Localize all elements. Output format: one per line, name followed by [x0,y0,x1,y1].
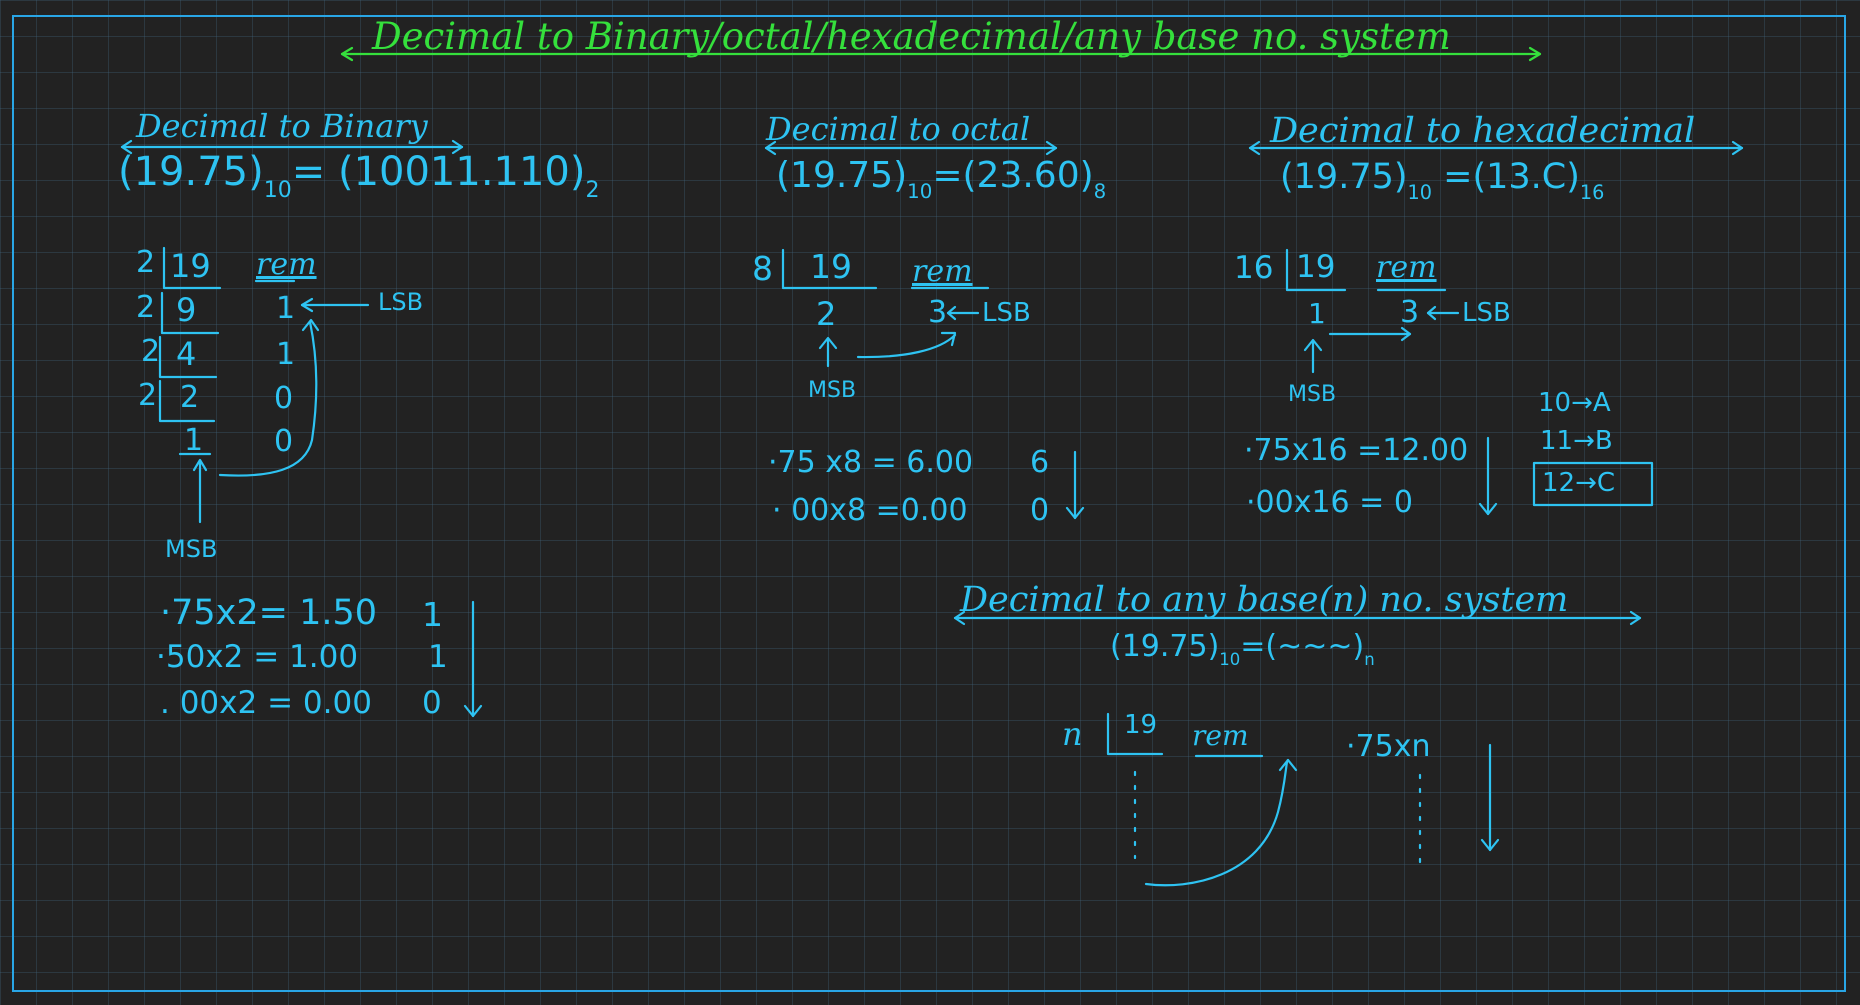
octal-eq-right: =(23.60) [932,155,1094,196]
octal-fraction-arrow [1065,450,1085,520]
octal-lsb-label: LSB [982,298,1031,328]
binary-fraction-digit: 1 [428,639,448,675]
binary-dividend: 9 [176,291,197,329]
hex-msb-label: MSB [1288,382,1337,407]
anybase-equation: (19.75)10=(~~~)n [1110,629,1375,668]
binary-remainder: 0 [274,381,294,416]
anybase-heading: Decimal to any base(n) no. system [960,580,1569,620]
anybase-curved-arrow [1144,758,1290,887]
binary-eq-right: = (10011.110) [291,149,586,195]
binary-heading: Decimal to Binary [136,107,428,145]
binary-curved-arrow [218,320,318,477]
octal-curved-arrow [856,333,957,359]
hex-rem-label: rem [1376,250,1437,285]
anybase-eq-right-base: n [1364,650,1375,670]
octal-rem-label: rem [912,254,973,289]
octal-quotient: 2 [816,295,837,333]
binary-fraction-arrow [463,600,483,718]
binary-fraction-expr: . 00x2 = 0.00 [160,685,372,721]
binary-lsb-arrow [300,297,370,313]
octal-remainder: 3 [928,295,948,330]
anybase-divisor: n [1062,715,1083,753]
binary-divisor: 2 [138,378,158,413]
octal-dividend: 19 [810,247,852,286]
binary-fraction-digit: 1 [422,595,443,634]
anybase-eq-left-base: 10 [1219,650,1241,670]
anybase-dividend: 19 [1124,710,1158,740]
octal-fraction-expr: · 00x8 =0.00 [772,493,968,528]
hex-eq-left: (19.75) [1280,157,1408,197]
hex-fraction-arrow [1478,436,1498,516]
binary-remainder: 1 [276,291,296,326]
binary-fraction-expr: ·75x2= 1.50 [160,593,378,633]
octal-eq-left: (19.75) [776,155,908,196]
octal-divisor: 8 [752,249,773,288]
binary-divisor: 2 [136,290,156,325]
binary-dividend: 1 [184,423,204,458]
binary-fraction-expr: ·50x2 = 1.00 [156,639,359,675]
anybase-eq-left: (19.75) [1110,629,1220,664]
hex-equation: (19.75)10 =(13.C)16 [1280,157,1604,202]
anybase-fraction-arrow [1480,743,1500,852]
hex-msb-arrow [1303,338,1323,374]
binary-msb-arrow [192,458,208,524]
hex-rem-arrow [1328,326,1412,342]
hex-quotient: 1 [1308,297,1326,330]
binary-fraction-digit: 0 [422,685,442,721]
binary-rem-label: rem [256,247,317,282]
anybase-rem-label: rem [1192,719,1249,752]
binary-msb-label: MSB [165,535,218,563]
octal-msb-arrow [818,336,838,368]
hex-eq-right: =(13.C) [1443,157,1580,197]
octal-eq-left-base: 10 [907,179,933,203]
binary-eq-right-base: 2 [585,178,600,204]
binary-divisor: 2 [141,334,161,369]
binary-remainder: 1 [276,337,296,372]
hex-lsb-label: LSB [1462,298,1511,328]
octal-heading: Decimal to octal [766,110,1031,148]
hex-mapping: 10→A [1538,388,1611,418]
anybase-eq-right: =(~~~) [1240,629,1365,664]
hex-eq-right-base: 16 [1579,180,1605,204]
binary-lsb-label: LSB [378,288,424,316]
binary-dividend: 4 [176,335,197,373]
hex-mapping: 11→B [1540,426,1613,456]
octal-fraction-digit: 0 [1030,493,1050,528]
hex-heading: Decimal to hexadecimal [1270,111,1696,151]
page-title: Decimal to Binary/octal/hexadecimal/any … [372,15,1451,58]
binary-dividend: 2 [180,380,200,415]
hex-eq-left-base: 10 [1407,180,1433,204]
binary-equation: (19.75)10= (10011.110)2 [118,149,599,202]
binary-divisor: 2 [136,245,156,280]
hex-remainder: 3 [1400,295,1420,330]
hex-mapping: 12→C [1542,468,1616,498]
octal-equation: (19.75)10=(23.60)8 [776,155,1106,202]
octal-msb-label: MSB [808,378,857,403]
binary-dividend: 19 [170,247,211,285]
anybase-fraction-expr: ·75xn [1346,729,1431,764]
binary-remainder: 0 [274,424,294,459]
hex-fraction-expr: ·75x16 =12.00 [1244,433,1469,468]
hex-fraction-expr: ·00x16 = 0 [1246,485,1413,520]
binary-eq-left-base: 10 [263,178,292,204]
hex-dividend: 19 [1296,249,1336,285]
binary-eq-left: (19.75) [118,149,264,195]
octal-eq-right-base: 8 [1093,179,1107,203]
hex-divisor: 16 [1234,250,1274,286]
octal-fraction-expr: ·75 x8 = 6.00 [768,445,974,480]
octal-fraction-digit: 6 [1030,445,1050,480]
